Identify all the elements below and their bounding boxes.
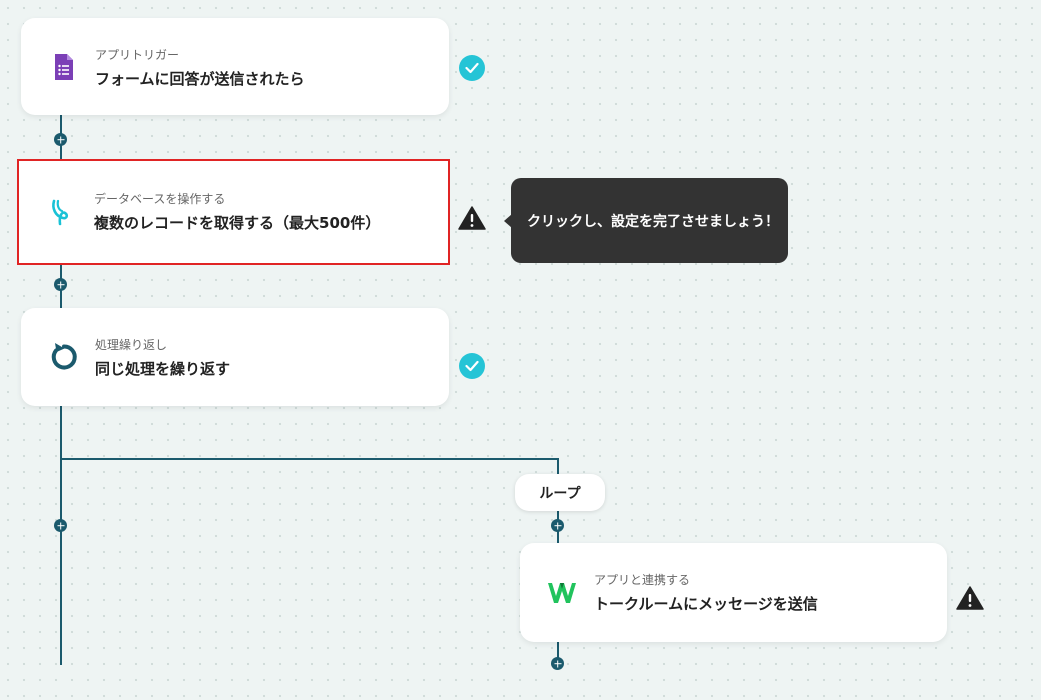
warning-icon — [458, 205, 486, 231]
warning-icon — [956, 585, 984, 611]
database-icon — [45, 196, 77, 228]
node-title: フォームに回答が送信されたら — [95, 70, 305, 88]
add-step-button[interactable] — [54, 519, 67, 532]
node-title: 複数のレコードを取得する（最大500件） — [94, 214, 381, 232]
node-type-label: 処理繰り返し — [95, 338, 168, 352]
loop-label: ループ — [515, 474, 605, 511]
check-icon — [459, 353, 485, 379]
node-title: 同じ処理を繰り返す — [95, 360, 231, 378]
flow-node-trigger[interactable]: アプリトリガー フォームに回答が送信されたら — [21, 18, 449, 115]
flow-node-loop[interactable]: 処理繰り返し 同じ処理を繰り返す — [21, 308, 449, 406]
node-type-label: アプリトリガー — [95, 48, 180, 62]
loop-icon — [47, 341, 79, 373]
loop-label-text: ループ — [539, 485, 581, 502]
google-forms-icon — [47, 51, 79, 83]
node-type-label: アプリと連携する — [594, 573, 691, 587]
add-step-button[interactable] — [54, 133, 67, 146]
add-step-button[interactable] — [551, 657, 564, 670]
flow-node-chat[interactable]: アプリと連携する トークルームにメッセージを送信 — [520, 543, 947, 642]
add-step-button[interactable] — [551, 519, 564, 532]
flow-node-database[interactable]: データベースを操作する 複数のレコードを取得する（最大500件） — [17, 159, 450, 265]
chat-app-icon — [546, 577, 578, 609]
node-type-label: データベースを操作する — [94, 192, 226, 206]
tooltip-text: クリックし、設定を完了させましょう！ — [527, 213, 779, 230]
setup-tooltip: クリックし、設定を完了させましょう！ — [511, 178, 788, 263]
node-title: トークルームにメッセージを送信 — [594, 595, 818, 613]
check-icon — [459, 55, 485, 81]
flow-line-branch-horizontal — [60, 458, 559, 460]
add-step-button[interactable] — [54, 278, 67, 291]
